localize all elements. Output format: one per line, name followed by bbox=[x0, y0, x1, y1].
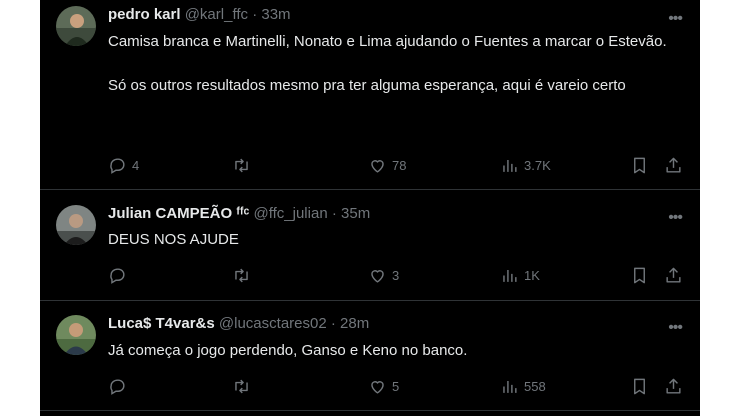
bookmark-icon bbox=[634, 267, 645, 283]
share-icon bbox=[666, 267, 681, 283]
tweet-text: Já começa o jogo perdendo, Ganso e Keno … bbox=[108, 342, 468, 359]
heart-icon bbox=[371, 380, 384, 394]
heart-icon bbox=[371, 159, 384, 173]
handle[interactable]: @ffc_julian bbox=[254, 205, 328, 222]
avatar[interactable] bbox=[56, 205, 96, 245]
timestamp[interactable]: 35m bbox=[341, 205, 370, 222]
bookmark-icon bbox=[634, 378, 645, 394]
bookmark-button[interactable] bbox=[630, 263, 649, 287]
tweet-text: DEUS NOS AJUDE bbox=[108, 231, 239, 248]
like-count: 5 bbox=[392, 378, 400, 394]
share-button[interactable] bbox=[664, 374, 683, 398]
divider bbox=[40, 189, 700, 190]
handle[interactable]: @lucasctares02 bbox=[219, 315, 327, 332]
divider bbox=[40, 300, 700, 301]
retweet-button[interactable] bbox=[232, 153, 256, 177]
tweet[interactable]: Luca$ T4var&s @lucasctares02 · 28m ••• J… bbox=[40, 309, 700, 416]
action-bar: 4 78 3.7K bbox=[108, 153, 688, 177]
bookmark-button[interactable] bbox=[630, 374, 649, 398]
tweet-header: Julian CAMPEÃO ᶠᶠᶜ @ffc_julian · 35m bbox=[108, 205, 370, 222]
divider bbox=[40, 410, 700, 411]
views-icon bbox=[503, 269, 517, 282]
more-icon[interactable]: ••• bbox=[668, 319, 683, 337]
views-icon bbox=[503, 159, 517, 172]
share-button[interactable] bbox=[664, 263, 683, 287]
views-icon bbox=[503, 380, 517, 393]
views-button[interactable]: 558 bbox=[500, 374, 546, 398]
retweet-button[interactable] bbox=[232, 374, 256, 398]
more-icon[interactable]: ••• bbox=[668, 10, 683, 28]
like-count: 3 bbox=[392, 267, 400, 283]
timestamp[interactable]: 33m bbox=[261, 6, 290, 23]
tweet-text: Camisa branca e Martinelli, Nonato e Lim… bbox=[108, 33, 667, 94]
action-bar: 3 1K bbox=[108, 263, 688, 287]
bookmark-button[interactable] bbox=[630, 153, 649, 177]
views-button[interactable]: 1K bbox=[500, 263, 540, 287]
tweet-header: Luca$ T4var&s @lucasctares02 · 28m bbox=[108, 315, 369, 332]
reply-button[interactable]: 4 bbox=[108, 153, 139, 177]
like-button[interactable]: 78 bbox=[368, 153, 406, 177]
views-button[interactable]: 3.7K bbox=[500, 153, 551, 177]
reply-button[interactable] bbox=[108, 374, 132, 398]
tweet[interactable]: Julian CAMPEÃO ᶠᶠᶜ @ffc_julian · 35m •••… bbox=[40, 199, 700, 300]
share-icon bbox=[666, 378, 681, 394]
tweet-header: pedro karl @karl_ffc · 33m bbox=[108, 6, 291, 23]
retweet-icon bbox=[235, 379, 248, 393]
timestamp[interactable]: 28m bbox=[340, 315, 369, 332]
separator-dot: · bbox=[330, 315, 336, 332]
separator-dot: · bbox=[331, 205, 337, 222]
share-icon bbox=[666, 157, 681, 173]
display-name[interactable]: pedro karl bbox=[108, 6, 181, 23]
reply-icon bbox=[110, 157, 125, 174]
handle[interactable]: @karl_ffc bbox=[185, 6, 248, 23]
timeline-feed: pedro karl @karl_ffc · 33m ••• Camisa br… bbox=[40, 0, 700, 416]
views-count: 3.7K bbox=[524, 157, 551, 173]
like-button[interactable]: 5 bbox=[368, 374, 399, 398]
retweet-button[interactable] bbox=[232, 263, 256, 287]
separator-dot: · bbox=[252, 6, 258, 23]
tweet[interactable]: pedro karl @karl_ffc · 33m ••• Camisa br… bbox=[40, 0, 700, 189]
retweet-icon bbox=[235, 158, 248, 172]
display-name[interactable]: Luca$ T4var&s bbox=[108, 315, 215, 332]
bookmark-icon bbox=[634, 157, 645, 173]
reply-count: 4 bbox=[132, 157, 140, 173]
more-icon[interactable]: ••• bbox=[668, 209, 683, 227]
reply-icon bbox=[110, 378, 125, 395]
heart-icon bbox=[371, 269, 384, 283]
action-bar: 5 558 bbox=[108, 374, 688, 398]
display-name[interactable]: Julian CAMPEÃO ᶠᶠᶜ bbox=[108, 205, 249, 222]
share-button[interactable] bbox=[664, 153, 683, 177]
views-count: 558 bbox=[524, 378, 546, 394]
like-count: 78 bbox=[392, 157, 407, 173]
avatar[interactable] bbox=[56, 6, 96, 46]
reply-button[interactable] bbox=[108, 263, 132, 287]
avatar[interactable] bbox=[56, 315, 96, 355]
views-count: 1K bbox=[524, 267, 540, 283]
like-button[interactable]: 3 bbox=[368, 263, 399, 287]
reply-icon bbox=[110, 267, 125, 284]
retweet-icon bbox=[235, 268, 248, 282]
